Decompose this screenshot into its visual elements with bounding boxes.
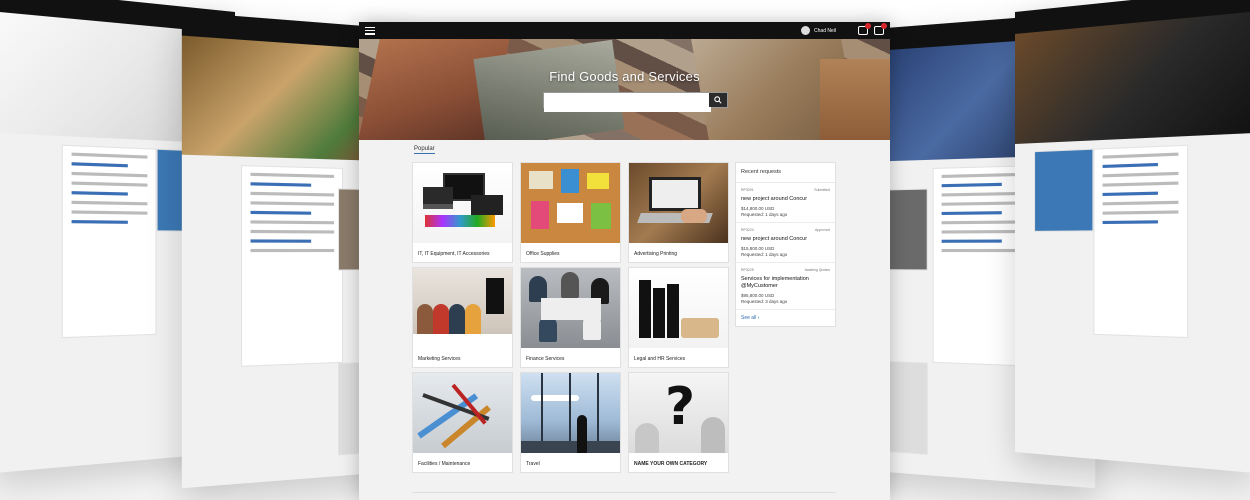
category-tile-marketing-services[interactable]: Marketing Services	[412, 267, 513, 368]
background-page-far-right	[1015, 0, 1250, 473]
request-status: Approved	[815, 228, 830, 232]
request-title: new project around Concur	[741, 236, 830, 243]
request-item[interactable]: RP3091 Submitted new project around Concu…	[736, 183, 835, 223]
search-box	[543, 92, 728, 108]
request-item[interactable]: RP3225 Awaiting Quotes Services for imple…	[736, 263, 835, 310]
request-id: RP3224	[741, 228, 754, 232]
see-all-link[interactable]: See all ›	[736, 310, 835, 326]
request-title: new project around Concur	[741, 196, 830, 203]
category-image	[629, 163, 728, 243]
background-card	[1093, 145, 1188, 339]
cart-badge	[881, 23, 887, 29]
user-name[interactable]: Chad Neil	[814, 28, 836, 34]
category-tile-facilities-maintenance[interactable]: Facilities / Maintenance	[412, 372, 513, 473]
category-label: Facilities / Maintenance	[418, 461, 470, 467]
recent-requests-heading: Recent requests	[736, 163, 835, 183]
notifications-icon[interactable]	[858, 26, 868, 35]
category-label: NAME YOUR OWN CATEGORY	[634, 461, 707, 467]
category-tile-name-your-own[interactable]: ? NAME YOUR OWN CATEGORY	[628, 372, 729, 473]
question-mark-icon: ?	[665, 377, 695, 437]
recent-requests-panel: Recent requests RP3091 Submitted new proj…	[735, 162, 836, 327]
category-tile-finance-services[interactable]: Finance Services	[520, 267, 621, 368]
background-card	[62, 145, 157, 339]
request-id: RP3225	[741, 268, 754, 272]
category-image	[413, 373, 512, 453]
search-button[interactable]	[709, 93, 727, 107]
category-image: ?	[629, 373, 728, 453]
user-avatar-icon[interactable]	[801, 26, 810, 35]
hero-banner: Find Goods and Services	[359, 39, 890, 140]
category-label: IT, IT Equipment, IT Accessories	[418, 251, 490, 257]
category-label: Legal and HR Services	[634, 356, 685, 362]
footer-divider	[412, 492, 836, 493]
request-amount: $95,800.00 USD	[741, 293, 830, 298]
notification-badge	[865, 23, 871, 29]
marketplace-page: Chad Neil Find Goods and Services Popula…	[359, 22, 890, 500]
hero-title: Find Goods and Services	[359, 69, 890, 84]
category-label: Office Supplies	[526, 251, 560, 257]
hamburger-menu-icon[interactable]	[365, 27, 375, 35]
category-tile-legal-hr[interactable]: Legal and HR Services	[628, 267, 729, 368]
search-icon	[714, 96, 722, 104]
category-tile-advertising-printing[interactable]: Advertising Printing	[628, 162, 729, 263]
cart-icon[interactable]	[874, 26, 884, 35]
category-image	[413, 163, 512, 243]
popular-tab[interactable]: Popular	[414, 146, 435, 154]
request-time: Requested: 1 days ago	[741, 252, 830, 257]
background-card	[1034, 149, 1093, 232]
category-tile-office-supplies[interactable]: Office Supplies	[520, 162, 621, 263]
request-id: RP3091	[741, 188, 754, 192]
request-status: Awaiting Quotes	[805, 268, 830, 272]
request-amount: $14,800.00 USD	[741, 206, 830, 211]
request-item[interactable]: RP3224 Approved new project around Concur…	[736, 223, 835, 263]
top-navigation-bar: Chad Neil	[359, 22, 890, 39]
category-image	[521, 268, 620, 348]
category-image	[521, 373, 620, 453]
background-hero	[1015, 11, 1250, 144]
request-status: Submitted	[814, 188, 830, 192]
category-image	[629, 268, 728, 348]
category-label: Advertising Printing	[634, 251, 677, 257]
category-grid: IT, IT Equipment, IT Accessories Office …	[412, 162, 730, 473]
background-card	[241, 165, 343, 367]
request-time: Requested: 3 days ago	[741, 299, 830, 304]
category-tile-it[interactable]: IT, IT Equipment, IT Accessories	[412, 162, 513, 263]
request-time: Requested: 1 days ago	[741, 212, 830, 217]
category-label: Travel	[526, 461, 540, 467]
category-image	[521, 163, 620, 243]
category-label: Marketing Services	[418, 356, 461, 362]
category-label: Finance Services	[526, 356, 564, 362]
search-input[interactable]	[544, 98, 711, 112]
request-title: Services for implementation @MyCustomer	[741, 276, 830, 290]
category-tile-travel[interactable]: Travel	[520, 372, 621, 473]
category-image	[413, 268, 512, 348]
stage: Chad Neil Find Goods and Services Popula…	[0, 0, 1250, 500]
request-amount: $15,800.00 USD	[741, 246, 830, 251]
